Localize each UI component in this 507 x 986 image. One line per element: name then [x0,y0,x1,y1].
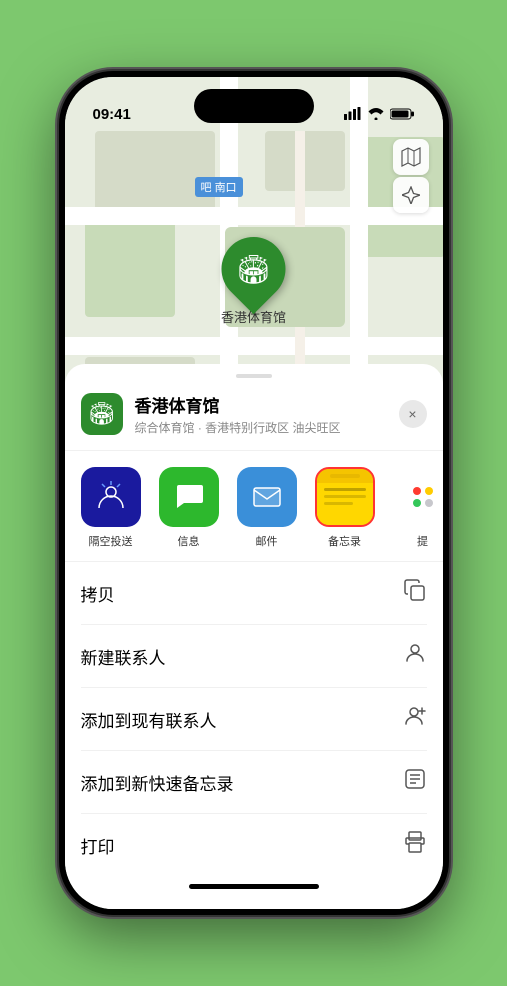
more-label: 提 [417,533,428,549]
action-copy[interactable]: 拷贝 [81,562,427,625]
signal-icon [344,107,362,123]
map-block [95,131,215,211]
share-item-message[interactable]: 信息 [155,467,223,549]
action-print-label: 打印 [81,833,115,858]
road-label-prefix: 吧 [201,182,212,194]
action-add-existing-label: 添加到现有联系人 [81,707,217,732]
action-new-contact[interactable]: 新建联系人 [81,625,427,688]
copy-icon [403,578,427,608]
home-indicator [189,884,319,889]
print-icon [403,830,427,860]
share-item-mail[interactable]: 邮件 [233,467,301,549]
notes-icon [315,467,375,527]
location-info: 香港体育馆 综合体育馆 · 香港特别行政区 油尖旺区 [135,392,399,436]
pin-inner: 🏟 [236,253,272,286]
action-add-notes[interactable]: 添加到新快速备忘录 [81,751,427,814]
action-add-existing[interactable]: 添加到现有联系人 [81,688,427,751]
status-icons [344,107,415,123]
sheet-handle [236,374,272,378]
action-add-notes-label: 添加到新快速备忘录 [81,770,234,795]
notes-body [317,483,373,525]
dot-green [413,499,421,507]
wifi-icon [368,108,384,123]
road-label-text: 南口 [215,182,237,194]
road-label: 吧 南口 [195,177,243,197]
location-button[interactable] [393,177,429,213]
road-horizontal [65,207,443,225]
location-sub: 综合体育馆 · 香港特别行政区 油尖旺区 [135,419,399,436]
road-horizontal [65,337,443,355]
share-item-more[interactable]: 提 [389,467,443,549]
message-label: 信息 [178,533,200,549]
location-header: 🏟 香港体育馆 综合体育馆 · 香港特别行政区 油尖旺区 × [65,392,443,451]
airdrop-label: 隔空投送 [89,533,133,549]
map-type-button[interactable] [393,139,429,175]
message-icon [159,467,219,527]
close-button[interactable]: × [399,400,427,428]
dot-red [413,487,421,495]
action-new-contact-label: 新建联系人 [81,644,166,669]
location-pin: 🏟 香港体育馆 [221,237,286,326]
action-print[interactable]: 打印 [81,814,427,876]
notes-header-line [330,474,360,478]
stadium-icon: 🏟 [88,401,116,427]
notes-line [324,495,366,498]
dot-yellow [425,487,433,495]
dot-gray [425,499,433,507]
dynamic-island [194,89,314,123]
person-icon [403,641,427,671]
action-list: 拷贝 新建联系人 添加到现有联系人 [65,562,443,876]
notes-line [324,502,353,505]
pin-circle: 🏟 [208,224,299,315]
more-icon [393,467,443,527]
action-copy-label: 拷贝 [81,581,115,606]
share-item-notes[interactable]: 备忘录 [311,467,379,549]
phone-screen: 09:41 [65,77,443,909]
status-time: 09:41 [93,106,131,123]
notes-label: 备忘录 [328,533,361,549]
share-row: 隔空投送 信息 邮件 [65,451,443,562]
location-name: 香港体育馆 [135,392,399,417]
notes-line [324,488,366,491]
location-icon: 🏟 [81,393,123,435]
airdrop-icon [81,467,141,527]
map-block [265,131,345,191]
mail-label: 邮件 [256,533,278,549]
phone-frame: 09:41 [59,71,449,915]
note-icon [403,767,427,797]
battery-icon [390,108,415,123]
map-block [85,217,175,317]
map-controls [393,139,429,213]
bottom-sheet: 🏟 香港体育馆 综合体育馆 · 香港特别行政区 油尖旺区 × 隔空投送 [65,364,443,909]
mail-icon [237,467,297,527]
notes-header [317,469,373,483]
share-item-airdrop[interactable]: 隔空投送 [77,467,145,549]
person-add-icon [403,704,427,734]
